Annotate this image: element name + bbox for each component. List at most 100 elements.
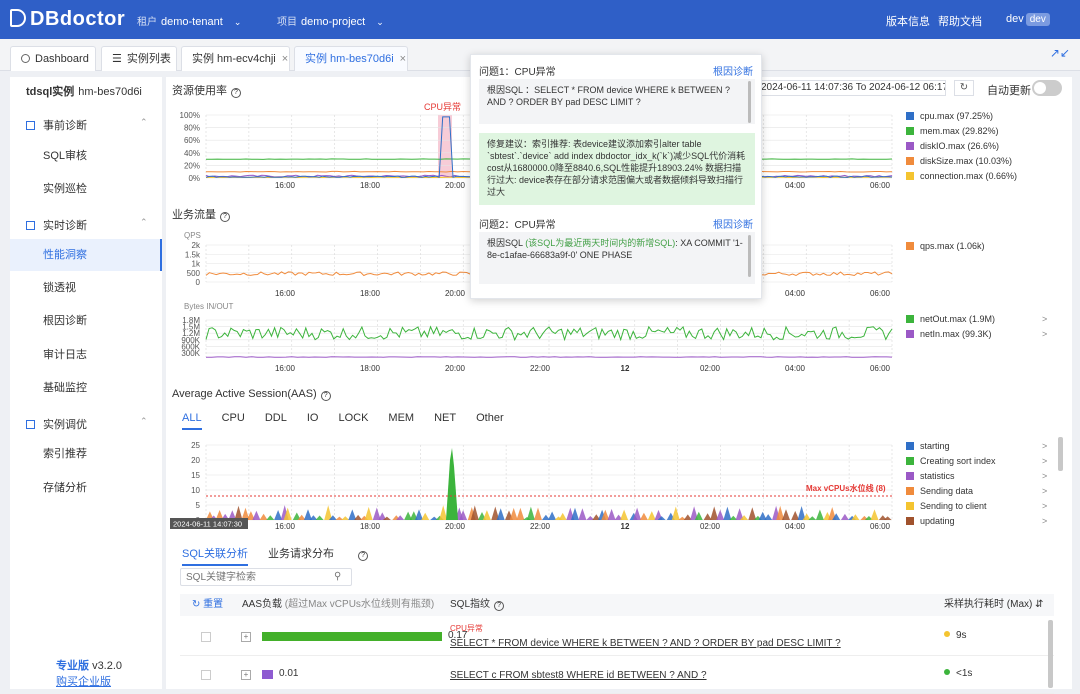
aas-tab-cpu[interactable]: CPU	[222, 412, 245, 424]
legend-item[interactable]: netOut.max (1.9M)>	[906, 312, 995, 327]
chevron-right-icon: >	[1042, 499, 1047, 514]
row-checkbox[interactable]	[201, 670, 211, 680]
tab-instance-list[interactable]: ☰实例列表	[101, 46, 177, 71]
scrollbar[interactable]	[748, 235, 751, 277]
legend-item[interactable]: connection.max (0.66%)	[906, 169, 1017, 184]
legend-item[interactable]: netIn.max (99.3K)>	[906, 327, 995, 342]
table-row[interactable]: +0.17CPU异常SELECT * FROM device WHERE k B…	[180, 618, 1054, 656]
legend-item[interactable]: statistics>	[906, 469, 996, 484]
tab-dashboard[interactable]: Dashboard	[10, 46, 96, 71]
buy-link[interactable]: 购买企业版	[56, 676, 111, 688]
scrollbar[interactable]	[748, 81, 751, 123]
aas-tab-mem[interactable]: MEM	[388, 412, 414, 424]
sql-search-input[interactable]	[180, 568, 352, 586]
sidebar-item-index-recommend[interactable]: 索引推荐	[10, 438, 162, 470]
sidebar-item-instance-patrol[interactable]: 实例巡检	[10, 173, 162, 205]
user-badge: dev	[1026, 13, 1050, 26]
reset-button[interactable]: ↻ 重置	[192, 594, 223, 616]
legend-item[interactable]: updating>	[906, 514, 996, 529]
col-sql: SQL指纹?	[450, 594, 504, 616]
legend-item[interactable]: diskIO.max (26.6%)	[906, 139, 1017, 154]
table-scrollbar[interactable]	[1048, 620, 1053, 688]
close-icon[interactable]: ×	[400, 53, 406, 65]
y-tick-label: 10	[191, 486, 200, 495]
aas-tab-lock[interactable]: LOCK	[338, 412, 368, 424]
sidebar-group-realtime[interactable]: 实时诊断⌃	[26, 217, 87, 233]
x-tick-label: 12	[621, 522, 630, 531]
project-selector[interactable]: 项目demo-project ⌄	[277, 13, 384, 28]
sidebar-item-storage[interactable]: 存储分析	[10, 472, 162, 504]
problem1-diagnose-link[interactable]: 根因诊断	[713, 63, 753, 78]
sidebar-item-performance[interactable]: 性能洞察	[10, 239, 162, 271]
sidebar-item-lock[interactable]: 锁透视	[10, 272, 162, 304]
y-tick-label: 20	[191, 456, 200, 465]
aas-tab-all[interactable]: ALL	[182, 412, 202, 430]
legend-item[interactable]: diskSize.max (10.03%)	[906, 154, 1017, 169]
legend-item[interactable]: qps.max (1.06k)	[906, 239, 985, 254]
aas-spike	[748, 507, 756, 520]
aas-spike	[633, 508, 641, 520]
aas-tab-net[interactable]: NET	[434, 412, 456, 424]
sidebar-group-tuning[interactable]: 实例调优⌃	[26, 416, 87, 432]
help-icon[interactable]: ?	[494, 601, 504, 611]
legend-item[interactable]: Sending to client>	[906, 499, 996, 514]
search-icon[interactable]: ⚲	[334, 571, 341, 582]
app-logo[interactable]: DBdoctor	[10, 8, 125, 31]
legend-item[interactable]: mem.max (29.82%)	[906, 124, 1017, 139]
legend-item[interactable]: Creating sort index>	[906, 454, 996, 469]
problem2-diagnose-link[interactable]: 根因诊断	[713, 216, 753, 231]
sidebar-item-sql-audit[interactable]: SQL审核	[10, 140, 162, 172]
x-tick-label: 02:00	[700, 522, 721, 531]
user-menu[interactable]: devdev	[1006, 13, 1050, 25]
legend-label: Sending data	[920, 486, 973, 496]
sql-fingerprint-link[interactable]: SELECT c FROM sbtest8 WHERE id BETWEEN ?…	[450, 670, 707, 681]
legend-item[interactable]: cpu.max (97.25%)	[906, 109, 1017, 124]
help-icon[interactable]: ?	[358, 551, 368, 561]
legend-item[interactable]: Sending data>	[906, 484, 996, 499]
aas-tab-io[interactable]: IO	[307, 412, 319, 424]
date-range-picker[interactable]: 2024-06-11 14:07:36 To 2024-06-12 06:17:…	[756, 80, 946, 96]
tab-instance-ecv4chji[interactable]: 实例 hm-ecv4chji×	[181, 46, 290, 71]
aas-tab-other[interactable]: Other	[476, 412, 504, 424]
close-icon[interactable]: ×	[282, 53, 288, 65]
chevron-right-icon: >	[1042, 327, 1047, 342]
group-label: 实时诊断	[43, 220, 87, 232]
chevron-up-icon: ⌃	[140, 117, 148, 128]
aas-spike	[439, 505, 447, 520]
sidebar-group-pre-diagnosis[interactable]: 事前诊断⌃	[26, 117, 87, 133]
x-tick-label: 18:00	[360, 289, 381, 298]
legend-item[interactable]: starting>	[906, 439, 996, 454]
refresh-icon[interactable]: ↻	[954, 80, 974, 96]
tenant-selector[interactable]: 租户demo-tenant ⌄	[137, 13, 241, 28]
y-tick-label: 15	[191, 471, 200, 480]
expand-icon[interactable]: +	[241, 670, 251, 680]
legend-swatch	[906, 457, 914, 465]
fullscreen-icon[interactable]: ↗↙	[1050, 46, 1070, 60]
help-icon[interactable]: ?	[321, 391, 331, 401]
tab-sql-analysis[interactable]: SQL关联分析	[182, 545, 248, 566]
aas-tab-ddl[interactable]: DDL	[265, 412, 287, 424]
help-docs-link[interactable]: 帮助文档	[938, 13, 982, 29]
scrollbar[interactable]	[1058, 437, 1063, 471]
tab-request-distribution[interactable]: 业务请求分布?	[268, 545, 388, 561]
problem2-sql: 根因SQL (该SQL为最近两天时间内的新增SQL): XA COMMIT '1…	[479, 232, 755, 284]
sidebar-item-root-cause[interactable]: 根因诊断	[10, 305, 162, 337]
table-row[interactable]: +0.01SELECT c FROM sbtest8 WHERE id BETW…	[180, 656, 1054, 694]
sql-fingerprint-link[interactable]: SELECT * FROM device WHERE k BETWEEN ? A…	[450, 638, 841, 649]
expand-icon[interactable]: +	[241, 632, 251, 642]
row-checkbox[interactable]	[201, 632, 211, 642]
help-icon[interactable]: ?	[220, 212, 230, 222]
x-tick-label: 06:00	[870, 364, 891, 373]
sidebar-item-audit-log[interactable]: 审计日志	[10, 339, 162, 371]
auto-refresh-toggle[interactable]	[1032, 80, 1062, 96]
buy-enterprise-link[interactable]: 购买企业版	[56, 673, 111, 689]
anomaly-popup: 问题1：CPU异常 根因诊断 根因SQL ：SELECT * FROM devi…	[470, 54, 762, 299]
x-tick-label: 20:00	[445, 181, 466, 190]
aas-spike	[510, 508, 518, 520]
col-time[interactable]: 采样执行耗时 (Max) ⇵	[944, 594, 1044, 616]
sidebar-item-basic-monitor[interactable]: 基础监控	[10, 372, 162, 404]
help-icon[interactable]: ?	[231, 88, 241, 98]
sort-icon[interactable]: ⇵	[1035, 599, 1043, 610]
version-info-link[interactable]: 版本信息	[886, 13, 930, 29]
tab-instance-bes70d6i[interactable]: 实例 hm-bes70d6i×	[294, 46, 408, 71]
